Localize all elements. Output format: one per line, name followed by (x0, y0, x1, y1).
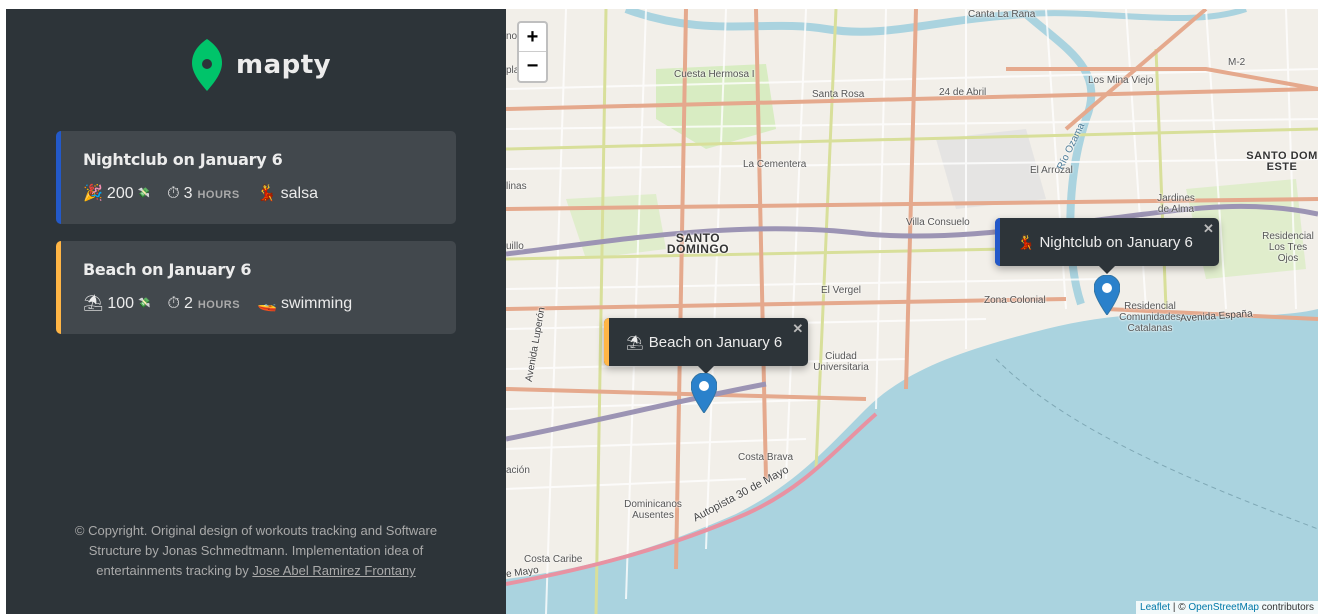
popup-text: Nightclub on January 6 (1039, 233, 1193, 251)
map-label-la-cementera: La Cementera (743, 159, 807, 170)
map-attribution: Leaflet | © OpenStreetMap contributors (1136, 601, 1318, 614)
umbrella-icon: ⛱ (626, 333, 644, 350)
zoom-out-button[interactable]: − (519, 52, 546, 81)
map-label-zona-colonial: Zona Colonial (984, 295, 1046, 306)
workout-value: 🎉 200 💸 (83, 185, 150, 203)
workout-card-nightclub[interactable]: Nightclub on January 6 🎉 200 💸 ⏱ 3 HOURS… (56, 131, 456, 224)
workout-color-stripe (56, 241, 61, 334)
popup-close-button[interactable]: ✕ (1203, 221, 1214, 237)
zoom-in-button[interactable]: + (519, 23, 546, 52)
workout-value: ⛱ 100 💸 (83, 295, 150, 313)
value-amount: 100 (107, 295, 135, 312)
osm-link[interactable]: OpenStreetMap (1188, 602, 1259, 613)
map-label-24-de-abril: 24 de Abril (939, 87, 987, 98)
map-label-edge-linas: linas (506, 181, 527, 192)
workout-duration: ⏱ 3 HOURS (167, 185, 240, 203)
map-marker-nightclub-icon[interactable] (1094, 275, 1120, 315)
activity-name: swimming (281, 295, 353, 312)
popup-color-stripe (995, 218, 1000, 266)
sidebar: mapty Nightclub on January 6 🎉 200 💸 ⏱ 3… (6, 9, 506, 614)
workout-card-beach[interactable]: Beach on January 6 ⛱ 100 💸 ⏱ 2 HOURS 🚤 s… (56, 241, 456, 334)
workout-details: 🎉 200 💸 ⏱ 3 HOURS 💃 salsa (83, 185, 456, 203)
map-label-santo-domingo-este: SANTO DOM ESTE (1246, 150, 1318, 173)
duration-value: 3 (183, 185, 193, 202)
author-link[interactable]: Jose Abel Ramirez Frontany (252, 563, 415, 578)
value-amount: 200 (106, 185, 134, 202)
map-label-cuesta-hermosa: Cuesta Hermosa I (674, 69, 755, 80)
map-label-dominicanos-ausentes: Dominicanos Ausentes (624, 499, 682, 521)
workout-color-stripe (56, 131, 61, 224)
duration-unit: HOURS (197, 189, 240, 201)
zoom-control: + − (517, 21, 548, 83)
map-pin-logo-icon (192, 39, 222, 91)
map-label-m2: M-2 (1228, 57, 1246, 68)
map-label-costa-caribe: Costa Caribe (524, 554, 583, 565)
logo-text: mapty (236, 50, 332, 80)
popup-color-stripe (604, 318, 609, 366)
stopwatch-icon: ⏱ (167, 185, 180, 202)
logo: mapty (192, 39, 331, 91)
map-label-el-vergel: El Vergel (821, 285, 862, 296)
popup-nightclub[interactable]: 💃 Nightclub on January 6 ✕ (995, 218, 1219, 274)
map-label-villa-consuelo: Villa Consuelo (906, 217, 970, 228)
popup-text: Beach on January 6 (648, 333, 783, 351)
dancer-icon: 💃 (256, 185, 277, 202)
workout-activity: 💃 salsa (257, 185, 318, 203)
workout-activity: 🚤 swimming (257, 295, 352, 313)
map-label-residencial-comunidades-catalanas: Residencial Comunidades Catalanas (1119, 301, 1181, 334)
workout-duration: ⏱ 2 HOURS (167, 295, 240, 313)
popup-close-button[interactable]: ✕ (792, 321, 803, 337)
map-label-santa-rosa: Santa Rosa (812, 89, 865, 100)
map-label-edge-uillo: uillo (506, 241, 524, 252)
map-label-residencial-los-tres-ojos: Residencial Los Tres Ojos (1262, 231, 1314, 264)
copyright-text: © Copyright. Original design of workouts… (56, 521, 456, 581)
app-container: mapty Nightclub on January 6 🎉 200 💸 ⏱ 3… (6, 9, 1318, 614)
activity-name: salsa (280, 185, 318, 202)
map-label-santo-domingo: SANTO DOMINGO (666, 231, 730, 256)
money-icon: 💸 (138, 298, 151, 309)
attribution-separator: | © (1170, 602, 1189, 613)
party-icon: 🎉 (83, 185, 103, 202)
speedboat-icon: 🚤 (257, 295, 278, 312)
popup-tip (1098, 266, 1115, 274)
map-label-canta-la-rana: Canta La Rana (968, 9, 1036, 20)
duration-unit: HOURS (197, 299, 241, 311)
leaflet-link[interactable]: Leaflet (1140, 602, 1170, 613)
popup-beach[interactable]: ⛱ Beach on January 6 ✕ (604, 318, 809, 374)
workout-title: Beach on January 6 (83, 260, 252, 279)
duration-value: 2 (183, 295, 193, 312)
map-label-ciudad-universitaria: Ciudad Universitaria (813, 351, 869, 373)
stopwatch-icon: ⏱ (167, 295, 180, 312)
workout-details: ⛱ 100 💸 ⏱ 2 HOURS 🚤 swimming (83, 295, 456, 313)
dancer-icon: 💃 (1017, 233, 1035, 250)
money-icon: 💸 (137, 188, 151, 199)
map-label-edge-no: no (506, 31, 518, 42)
workout-title: Nightclub on January 6 (83, 150, 283, 169)
map-label-jardines-de-alma: Jardines de Alma (1157, 193, 1195, 215)
map[interactable]: Cuesta Hermosa I Santa Rosa 24 de Abril … (506, 9, 1318, 614)
map-marker-beach-icon[interactable] (691, 373, 717, 413)
umbrella-icon: ⛱ (83, 295, 104, 312)
map-label-los-mina-viejo: Los Mina Viejo (1088, 75, 1154, 86)
workout-list: Nightclub on January 6 🎉 200 💸 ⏱ 3 HOURS… (56, 131, 456, 351)
attribution-contributors: contributors (1258, 602, 1314, 613)
map-label-costa-brava: Costa Brava (738, 452, 794, 463)
map-label-edge-acion: ación (506, 465, 530, 476)
